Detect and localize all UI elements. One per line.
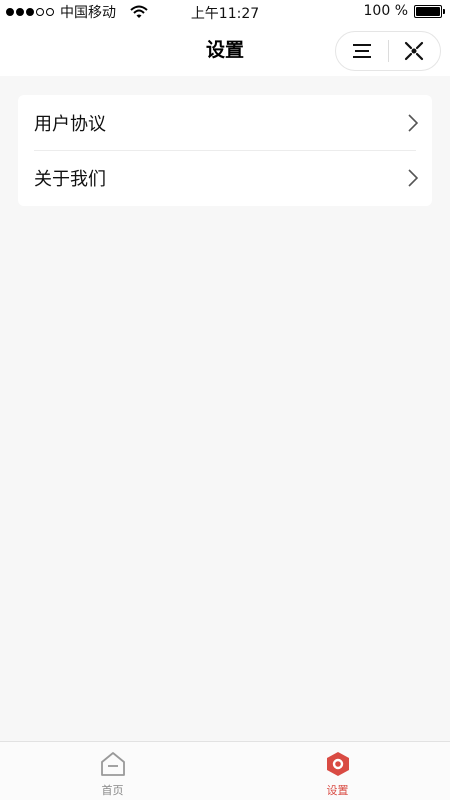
mini-program-capsule xyxy=(335,31,441,71)
settings-list: 用户协议 关于我们 xyxy=(18,95,432,206)
battery-icon xyxy=(414,4,445,18)
settings-item-user-agreement[interactable]: 用户协议 xyxy=(18,95,432,150)
tab-home-label: 首页 xyxy=(101,784,124,797)
close-button[interactable] xyxy=(388,32,440,70)
settings-item-label: 关于我们 xyxy=(34,168,106,190)
battery-percentage: 100 % xyxy=(363,3,408,19)
status-right: 100 % xyxy=(363,3,445,19)
navigation-bar: 设置 xyxy=(0,24,450,76)
chevron-right-icon xyxy=(408,114,418,132)
settings-icon xyxy=(326,752,349,776)
tab-home[interactable]: 首页 xyxy=(0,742,225,800)
home-icon xyxy=(100,752,125,776)
settings-item-about-us[interactable]: 关于我们 xyxy=(18,150,432,205)
close-capsule-icon xyxy=(405,41,424,61)
tab-settings-label: 设置 xyxy=(326,784,349,797)
tab-settings[interactable]: 设置 xyxy=(225,742,450,800)
chevron-right-icon xyxy=(408,169,418,187)
tab-bar: 首页 设置 xyxy=(0,741,450,800)
menu-icon xyxy=(352,44,371,58)
settings-item-label: 用户协议 xyxy=(34,113,106,135)
menu-button[interactable] xyxy=(336,32,388,70)
status-bar: 中国移动 上午11:27 100 % xyxy=(0,0,450,24)
